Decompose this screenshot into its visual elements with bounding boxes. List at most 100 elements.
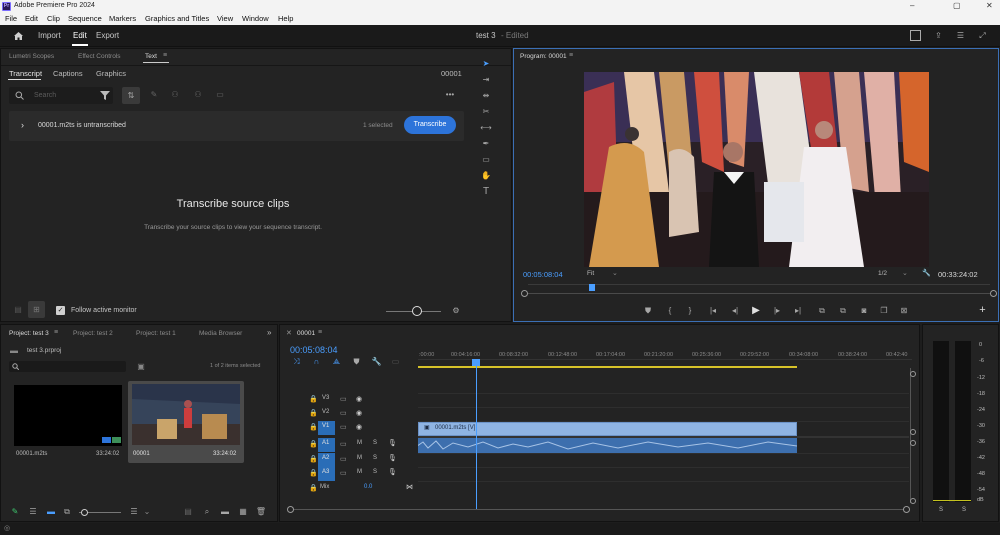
scroll-handle-mid-2[interactable] xyxy=(910,440,916,446)
filter-icon[interactable] xyxy=(100,91,110,100)
solo-left-button[interactable]: S xyxy=(939,507,943,513)
menu-file[interactable]: File xyxy=(5,14,17,23)
expand-panels-icon[interactable]: » xyxy=(267,328,271,337)
step-forward-icon[interactable]: |▸ xyxy=(771,306,783,316)
track-label[interactable]: A2 xyxy=(322,455,329,461)
workspaces-icon[interactable] xyxy=(910,30,921,41)
lock-icon[interactable]: 🔒 xyxy=(309,395,318,403)
view-icon[interactable]: ▤ xyxy=(12,305,24,315)
menu-edit[interactable]: Edit xyxy=(25,14,38,23)
scroll-handle-mid[interactable] xyxy=(910,429,916,435)
overwrite-icon[interactable]: ⧉ xyxy=(837,306,849,316)
bin-icon[interactable]: ▣ xyxy=(136,362,146,371)
sort-icon[interactable]: ☰ xyxy=(129,507,139,517)
sequence-tab[interactable]: 00001 xyxy=(297,330,315,337)
lock-icon[interactable]: 🔒 xyxy=(309,469,318,477)
status-icon[interactable]: ◎ xyxy=(4,524,10,532)
share-icon[interactable]: ⇪ xyxy=(933,30,944,41)
captions-icon[interactable]: ▭ xyxy=(390,357,401,367)
program-scrub-track[interactable] xyxy=(522,293,996,294)
lock-icon[interactable]: 🔒 xyxy=(309,484,318,492)
audio-clip[interactable] xyxy=(418,438,797,453)
menu-clip[interactable]: Clip xyxy=(47,14,60,23)
minimize-button[interactable]: – xyxy=(910,1,914,10)
slip-tool-icon[interactable]: ⟷ xyxy=(479,122,493,134)
tab-edit[interactable]: Edit xyxy=(73,31,87,40)
close-button[interactable]: ✕ xyxy=(986,1,993,10)
tab-import[interactable]: Import xyxy=(38,31,61,40)
menu-help[interactable]: Help xyxy=(278,14,293,23)
speakers-icon[interactable]: ⚇ xyxy=(168,89,182,101)
sync-lock-icon[interactable]: ▭ xyxy=(340,409,347,417)
search-input[interactable]: Search xyxy=(34,92,56,99)
horizontal-scrollbar[interactable] xyxy=(289,509,909,510)
caption-icon[interactable]: ▭ xyxy=(214,89,226,101)
track-label[interactable]: V3 xyxy=(322,395,329,401)
trash-icon[interactable]: 🗑 xyxy=(256,507,266,517)
snap-icon[interactable]: ∩ xyxy=(311,357,322,367)
tab-lumetri-scopes[interactable]: Lumetri Scopes xyxy=(9,53,54,60)
microphone-icon[interactable]: 🎙 xyxy=(388,439,397,447)
h-scroll-end-handle[interactable] xyxy=(903,506,910,513)
eye-icon[interactable]: ◉ xyxy=(356,409,362,417)
tab-media-browser[interactable]: Media Browser xyxy=(199,330,242,337)
lock-icon[interactable]: 🔒 xyxy=(309,423,318,431)
tab-text[interactable]: Text xyxy=(145,53,157,60)
h-scroll-start-handle[interactable] xyxy=(287,506,294,513)
resolution-dropdown[interactable]: 1/2 xyxy=(878,270,887,277)
compare-icon[interactable]: ❐ xyxy=(878,306,890,316)
menu-markers[interactable]: Markers xyxy=(109,14,136,23)
panel-menu-icon[interactable]: ≡ xyxy=(163,52,167,59)
menu-graphics-and-titles[interactable]: Graphics and Titles xyxy=(145,14,209,23)
speaker-split-icon[interactable]: ⚇ xyxy=(191,89,205,101)
menu-view[interactable]: View xyxy=(217,14,233,23)
follow-checkbox[interactable]: ✓ xyxy=(56,306,65,315)
solo-button[interactable]: S xyxy=(373,469,377,475)
pencil-icon[interactable]: ✎ xyxy=(148,89,160,101)
program-playhead[interactable] xyxy=(589,284,595,291)
lock-icon[interactable]: 🔒 xyxy=(309,440,318,448)
playhead-handle[interactable] xyxy=(472,359,480,366)
hand-tool-icon[interactable]: ✋ xyxy=(479,170,493,182)
home-icon[interactable] xyxy=(13,31,24,41)
mark-out-icon[interactable]: } xyxy=(685,306,695,316)
tab-project-test-1[interactable]: Project: test 1 xyxy=(136,330,176,337)
project-search-input[interactable] xyxy=(9,361,126,372)
close-tab-icon[interactable]: ✕ xyxy=(286,329,292,337)
nest-icon[interactable]: ⤨ xyxy=(291,357,302,367)
media-thumbnail-2[interactable] xyxy=(132,384,240,445)
fullscreen-icon[interactable]: ⤢ xyxy=(977,30,988,41)
lock-icon[interactable]: 🔒 xyxy=(309,409,318,417)
sync-lock-icon[interactable]: ▭ xyxy=(340,469,347,477)
tab-export[interactable]: Export xyxy=(96,31,119,40)
linked-selection-icon[interactable]: ⟁ xyxy=(331,357,342,367)
fit-dropdown[interactable]: Fit xyxy=(587,270,594,277)
eye-icon[interactable]: ◉ xyxy=(356,395,362,403)
go-to-in-icon[interactable]: |◂ xyxy=(707,306,719,316)
chevron-down-icon[interactable]: ⌄ xyxy=(902,269,908,277)
tab-effect-controls[interactable]: Effect Controls xyxy=(78,53,121,60)
automate-icon[interactable]: ▤ xyxy=(183,507,193,517)
menu-window[interactable]: Window xyxy=(242,14,269,23)
timeline-timecode[interactable]: 00:05:08:04 xyxy=(290,345,338,355)
multi-camera-icon[interactable]: ⊠ xyxy=(898,306,910,316)
solo-button[interactable]: S xyxy=(373,440,377,446)
chevron-right-icon[interactable]: › xyxy=(21,120,24,130)
scroll-handle-bottom[interactable] xyxy=(910,498,916,504)
more-icon[interactable]: ••• xyxy=(444,89,456,101)
add-marker-icon[interactable]: ⛊ xyxy=(351,357,362,367)
mix-value[interactable]: 0.0 xyxy=(364,484,372,490)
sync-lock-icon[interactable]: ▭ xyxy=(340,440,347,448)
track-label[interactable]: V1 xyxy=(322,423,329,429)
step-back-icon[interactable]: ◂| xyxy=(729,306,741,316)
mute-button[interactable]: M xyxy=(357,455,362,461)
sync-lock-icon[interactable]: ▭ xyxy=(340,455,347,463)
sync-lock-icon[interactable]: ▭ xyxy=(340,423,347,431)
solo-button[interactable]: S xyxy=(373,455,377,461)
selection-tool-icon[interactable]: ➤ xyxy=(479,58,493,70)
list-view-icon[interactable]: ☰ xyxy=(28,507,38,517)
wrench-icon[interactable]: 🔧 xyxy=(371,357,382,367)
track-label[interactable]: A3 xyxy=(322,469,329,475)
subtab-graphics[interactable]: Graphics xyxy=(96,69,126,78)
mark-in-icon[interactable]: { xyxy=(665,306,675,316)
